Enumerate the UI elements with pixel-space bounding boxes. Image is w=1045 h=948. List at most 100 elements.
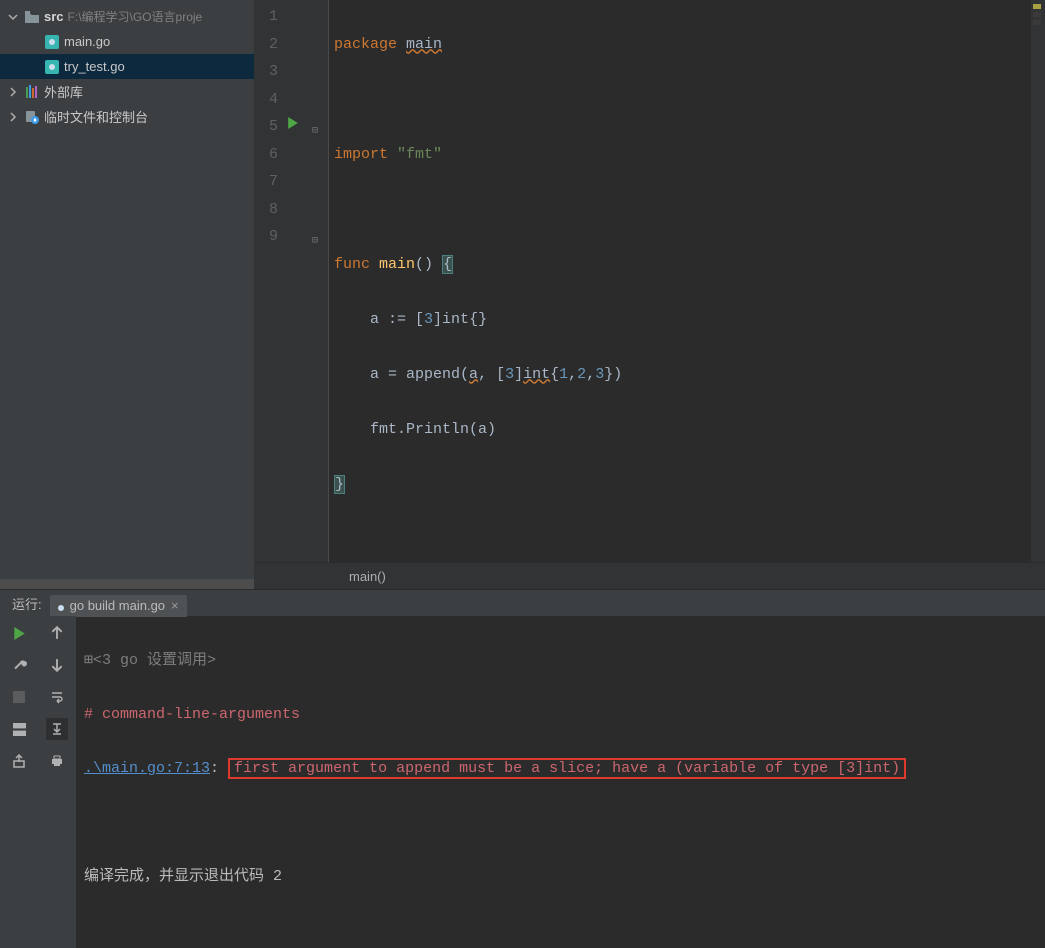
code-token: a := [ (334, 311, 424, 328)
code-token: ) (487, 421, 496, 438)
editor: 1 2 3 4 5 6 7 8 9 ⊟ ⊟ (254, 0, 1045, 589)
stripe-marker[interactable] (1033, 20, 1041, 25)
gutter-marks (284, 0, 308, 562)
line-number: 9 (254, 223, 278, 251)
run-panel: 运行: go build main.go × (0, 589, 1045, 948)
tree-label: try_test.go (64, 59, 125, 74)
code-token: ] (514, 366, 523, 383)
fold-start-icon[interactable]: ⊟ (312, 118, 318, 146)
code-token: fmt.Println( (334, 421, 478, 438)
run-gutter-icon[interactable] (287, 117, 299, 129)
tree-path-src: F:\编程学习\GO语言proje (68, 8, 203, 25)
code-token: }) (604, 366, 622, 383)
code-token: func (334, 256, 370, 273)
code-token: { (442, 255, 453, 274)
code-token: a = (334, 366, 406, 383)
chevron-right-icon (6, 112, 20, 122)
code-area[interactable]: package main import "fmt" func main() { … (329, 0, 1031, 562)
chevron-down-icon (6, 12, 20, 22)
arrow-up-icon[interactable] (46, 622, 68, 644)
code-token: 1 (559, 366, 568, 383)
run-tab-label: go build main.go (70, 598, 165, 613)
project-sidebar: src F:\编程学习\GO语言proje main.go try_test.g… (0, 0, 254, 589)
tree-label: 临时文件和控制台 (44, 107, 148, 126)
code-token: , (568, 366, 577, 383)
console-prompt: <3 go 设置调用> (93, 652, 216, 669)
code-token: main (379, 256, 415, 273)
console-error-link[interactable]: .\main.go:7:13 (84, 760, 210, 777)
code-token: { (550, 366, 559, 383)
line-number: 6 (254, 141, 278, 169)
fold-end-icon[interactable]: ⊟ (312, 228, 318, 256)
code-token: int (442, 311, 469, 328)
code-token: 3 (505, 366, 514, 383)
stripe-marker[interactable] (1033, 12, 1041, 17)
console-text: : (210, 760, 228, 777)
scratches-icon (24, 109, 40, 125)
rerun-button[interactable] (8, 622, 30, 644)
gutter-fold: ⊟ ⊟ (308, 0, 329, 562)
run-toolbar-right (38, 616, 76, 948)
library-icon (24, 84, 40, 100)
code-token: , (586, 366, 595, 383)
code-token: 2 (577, 366, 586, 383)
code-token: () (415, 256, 442, 273)
console-error-message: first argument to append must be a slice… (234, 760, 900, 777)
tree-label: main.go (64, 34, 110, 49)
tree-node-main-go[interactable]: main.go (0, 29, 254, 54)
go-file-icon (58, 601, 64, 611)
project-tree: src F:\编程学习\GO语言proje main.go try_test.g… (0, 0, 254, 129)
stripe-marker[interactable] (1033, 4, 1041, 9)
code-token: a (469, 366, 478, 383)
gutter-line-numbers: 1 2 3 4 5 6 7 8 9 (254, 0, 284, 562)
code-token: 3 (424, 311, 433, 328)
code-token: {} (469, 311, 487, 328)
go-file-icon (44, 59, 60, 75)
tree-node-external-libs[interactable]: 外部库 (0, 79, 254, 104)
run-toolbar-left (0, 616, 38, 948)
code-token: } (334, 475, 345, 494)
stop-button[interactable] (8, 686, 30, 708)
run-header-label: 运行: (12, 594, 42, 613)
code-token: append (406, 366, 460, 383)
line-number: 5 (254, 113, 278, 141)
code-token: int (523, 366, 550, 383)
sidebar-scrollbar[interactable] (0, 579, 254, 589)
line-number: 2 (254, 31, 278, 59)
tree-node-src[interactable]: src F:\编程学习\GO语言proje (0, 4, 254, 29)
run-header: 运行: go build main.go × (0, 589, 1045, 616)
breadcrumb[interactable]: main() (254, 562, 1045, 589)
layout-button[interactable] (8, 718, 30, 740)
chevron-right-icon (6, 87, 20, 97)
arrow-down-icon[interactable] (46, 654, 68, 676)
scroll-to-end-icon[interactable] (46, 718, 68, 740)
tree-node-try-test-go[interactable]: try_test.go (0, 54, 254, 79)
code-token: main (406, 36, 442, 53)
console-finish-text: 编译完成，并显示退出代码 (84, 868, 273, 885)
tree-node-scratches[interactable]: 临时文件和控制台 (0, 104, 254, 129)
code-token: a (478, 421, 487, 438)
code-token: package (334, 36, 397, 53)
console-output[interactable]: ⊞<3 go 设置调用> # command-line-arguments .\… (76, 616, 1045, 948)
line-number: 3 (254, 58, 278, 86)
close-icon[interactable]: × (171, 598, 179, 613)
line-number: 7 (254, 168, 278, 196)
tree-label: 外部库 (44, 82, 83, 101)
export-button[interactable] (8, 750, 30, 772)
soft-wrap-icon[interactable] (46, 686, 68, 708)
wrench-icon[interactable] (8, 654, 30, 676)
print-icon[interactable] (46, 750, 68, 772)
line-number: 1 (254, 3, 278, 31)
breadcrumb-label: main() (349, 569, 386, 584)
code-token: ] (433, 311, 442, 328)
editor-error-stripe[interactable] (1031, 0, 1045, 562)
code-token: , [ (478, 366, 505, 383)
code-token: 3 (595, 366, 604, 383)
line-number: 8 (254, 196, 278, 224)
console-error-heading: # command-line-arguments (84, 706, 300, 723)
run-tab[interactable]: go build main.go × (50, 595, 187, 617)
go-file-icon (44, 34, 60, 50)
code-token: ( (460, 366, 469, 383)
tree-label-src: src (44, 9, 64, 24)
console-exit-code: 2 (273, 868, 282, 885)
